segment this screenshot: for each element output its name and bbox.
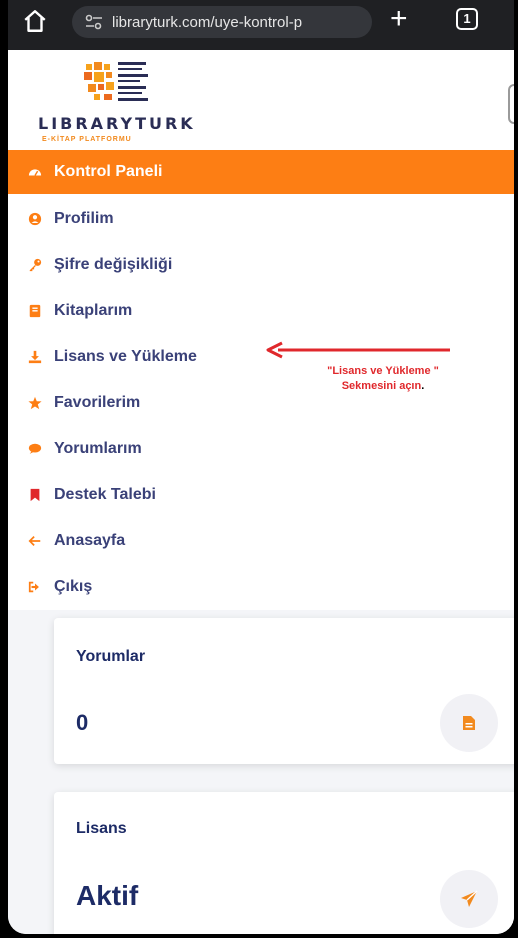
menu-toggle-button[interactable]	[508, 84, 514, 124]
menu-item-label: Favorilerim	[54, 394, 141, 411]
new-tab-button[interactable]: +	[390, 4, 408, 34]
dashboard-content: Yorumlar 0 Lisans Aktif	[8, 610, 514, 934]
comment-icon	[26, 440, 44, 458]
dashboard-icon	[26, 163, 44, 181]
menu-item-label: Yorumlarım	[54, 440, 142, 457]
comments-card-value: 0	[76, 710, 89, 735]
file-icon	[440, 694, 498, 752]
logo-name: LIBRARYTURK	[38, 114, 196, 133]
paper-plane-icon	[440, 870, 498, 928]
menu-item-anasayfa[interactable]: Anasayfa	[8, 518, 514, 564]
arrow-left-icon	[26, 532, 44, 550]
site-logo[interactable]: LIBRARYTURK E-KİTAP PLATFORMU	[38, 58, 208, 148]
menu-item-label: Şifre değişikliği	[54, 256, 173, 273]
user-circle-icon	[26, 210, 44, 228]
bookmark-icon	[26, 486, 44, 504]
annotation-note: "Lisans ve Yükleme " Sekmesini açın.	[278, 364, 488, 394]
annotation-line-2: Sekmesini açın.	[341, 380, 425, 392]
license-card-title: Lisans	[76, 820, 127, 837]
tab-switcher-button[interactable]: 1	[456, 8, 478, 30]
comments-card-title: Yorumlar	[76, 648, 146, 665]
menu-item-cikis[interactable]: Çıkış	[8, 564, 514, 610]
menu-item-destek-talebi[interactable]: Destek Talebi	[8, 472, 514, 518]
download-icon	[26, 348, 44, 366]
menu-item-profilim[interactable]: Profilim	[8, 196, 514, 242]
annotation-arrow-icon	[266, 341, 450, 359]
menu-item-yorumlarim[interactable]: Yorumlarım	[8, 426, 514, 472]
menu-item-label: Çıkış	[54, 578, 93, 595]
logo-mark-icon	[84, 62, 148, 101]
menu-item-label: Lisans ve Yükleme	[54, 348, 197, 365]
key-icon	[26, 256, 44, 274]
menu-item-kitaplarim[interactable]: Kitaplarım	[8, 288, 514, 334]
license-card-value: Aktif	[76, 880, 139, 911]
home-icon[interactable]	[22, 8, 48, 34]
logo-subtitle: E-KİTAP PLATFORMU	[42, 136, 132, 143]
annotation-line-1: "Lisans ve Yükleme "	[327, 365, 439, 377]
license-card[interactable]: Lisans Aktif	[54, 792, 514, 934]
sign-out-icon	[26, 578, 44, 596]
book-icon	[26, 302, 44, 320]
url-text: libraryturk.com/uye-kontrol-p	[112, 13, 303, 31]
phone-screen: libraryturk.com/uye-kontrol-p + 1 LIBRAR	[8, 0, 514, 934]
address-bar[interactable]: libraryturk.com/uye-kontrol-p	[72, 6, 372, 38]
comments-card[interactable]: Yorumlar 0	[54, 618, 514, 764]
star-icon	[26, 394, 44, 412]
menu-item-label: Anasayfa	[54, 532, 126, 549]
menu-item-label: Profilim	[54, 210, 114, 227]
menu-item-kontrol-paneli[interactable]: Kontrol Paneli	[8, 150, 514, 194]
site-settings-icon[interactable]	[84, 14, 104, 30]
menu-item-label: Kitaplarım	[54, 302, 133, 319]
menu-item-label: Destek Talebi	[54, 486, 156, 503]
browser-toolbar: libraryturk.com/uye-kontrol-p + 1	[8, 0, 514, 50]
menu-item-sifre-degisikligi[interactable]: Şifre değişikliği	[8, 242, 514, 288]
menu-item-label: Kontrol Paneli	[54, 163, 163, 180]
